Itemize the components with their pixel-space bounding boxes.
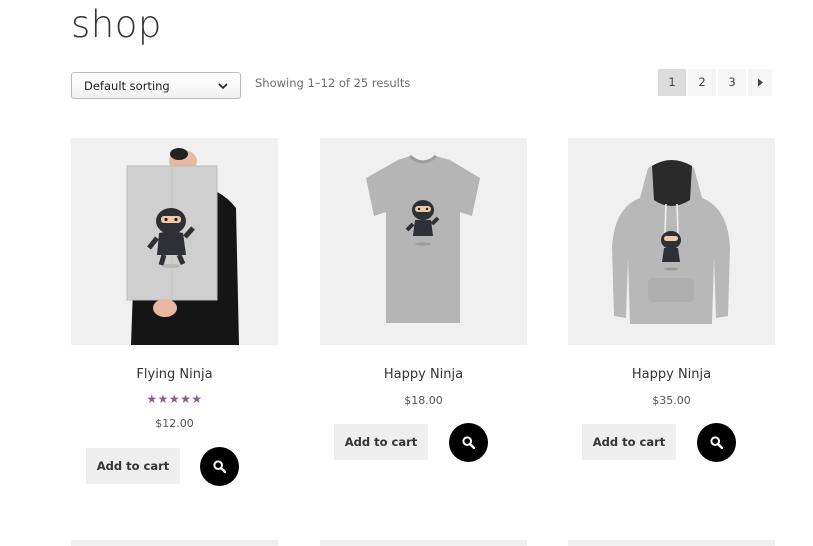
quick-view-button[interactable] xyxy=(697,423,736,462)
search-icon xyxy=(710,436,723,449)
page-1-current: 1 xyxy=(658,69,686,96)
product-image-next-row[interactable] xyxy=(320,540,527,546)
page-3-link[interactable]: 3 xyxy=(718,69,746,96)
result-count: Showing 1–12 of 25 results xyxy=(255,76,411,90)
shop-page: shop Default sorting Showing 1–12 of 25 … xyxy=(0,0,813,546)
product-image-next-row[interactable] xyxy=(71,540,278,546)
product-price: $12.00 xyxy=(155,417,194,430)
product-image-ninja-tshirt[interactable] xyxy=(320,138,527,345)
sorting-select[interactable]: Default sorting xyxy=(71,72,241,99)
product-price: $18.00 xyxy=(404,394,443,407)
product-image-ninja-hoodie[interactable] xyxy=(568,138,775,345)
sorting-select-value: Default sorting xyxy=(84,79,170,93)
add-to-cart-button[interactable]: Add to cart xyxy=(86,448,180,484)
quick-view-button[interactable] xyxy=(449,423,488,462)
product-title[interactable]: Happy Ninja xyxy=(568,366,775,384)
chevron-down-icon xyxy=(218,83,228,90)
search-icon xyxy=(213,460,226,473)
product-title[interactable]: Happy Ninja xyxy=(320,366,527,384)
product-title[interactable]: Flying Ninja xyxy=(71,366,278,384)
pagination: 1 2 3 xyxy=(658,69,772,96)
add-to-cart-button[interactable]: Add to cart xyxy=(582,424,676,460)
page-title: shop xyxy=(71,3,162,46)
next-page-link[interactable] xyxy=(748,69,772,96)
page-2-link[interactable]: 2 xyxy=(688,69,716,96)
product-image-next-row[interactable] xyxy=(568,540,775,546)
star-rating: ★★★★★ xyxy=(146,392,203,406)
product-price: $35.00 xyxy=(652,394,691,407)
quick-view-button[interactable] xyxy=(200,447,239,486)
search-icon xyxy=(462,436,475,449)
product-image-ninja-poster[interactable] xyxy=(71,138,278,345)
caret-right-icon xyxy=(758,78,763,87)
add-to-cart-button[interactable]: Add to cart xyxy=(334,424,428,460)
